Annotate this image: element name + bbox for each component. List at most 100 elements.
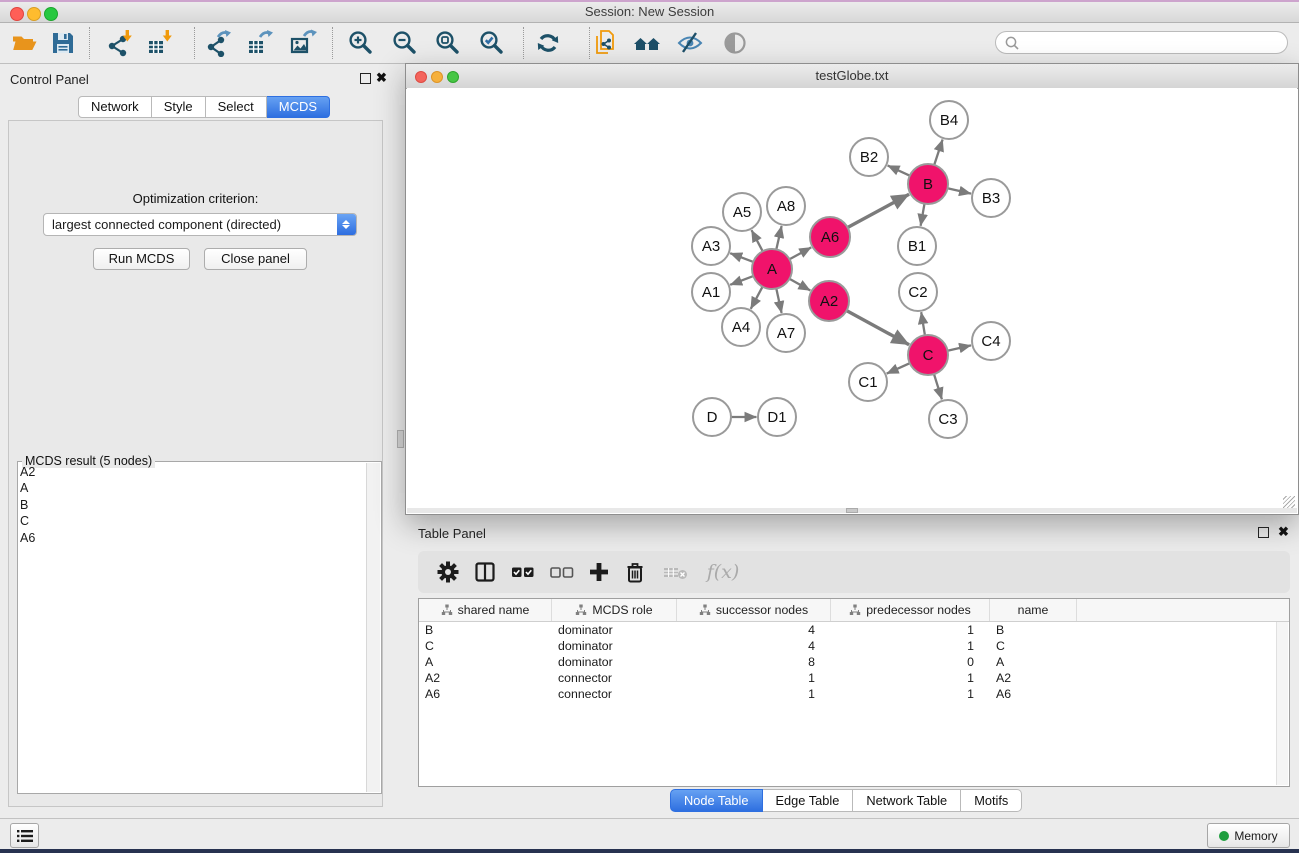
mcds-result-list[interactable]: A2ABCA6 [20, 464, 366, 791]
memory-button[interactable]: Memory [1207, 823, 1290, 848]
graph-node-label: A4 [732, 319, 750, 336]
vertical-scrollbar-thumb[interactable] [397, 430, 404, 448]
graph-edge[interactable] [887, 363, 910, 373]
tab-motifs[interactable]: Motifs [961, 789, 1022, 812]
graph-edge[interactable] [921, 312, 925, 335]
graph-node-label: C3 [938, 411, 957, 428]
graph-edge[interactable] [730, 276, 753, 285]
graph-edge[interactable] [934, 140, 942, 166]
add-column-button[interactable] [583, 556, 615, 588]
graph-edge[interactable] [751, 287, 763, 309]
table-scrollbar[interactable] [1276, 622, 1288, 785]
column-header-shared-name[interactable]: shared name [419, 599, 552, 621]
toggle-columns-button[interactable] [469, 556, 501, 588]
graph-edge[interactable] [848, 194, 910, 227]
column-header-successor-nodes[interactable]: successor nodes [677, 599, 831, 621]
delete-table-icon [663, 561, 689, 583]
list-item[interactable]: A6 [20, 530, 366, 546]
table-settings-button[interactable] [432, 556, 464, 588]
export-image-button[interactable] [286, 26, 320, 60]
graph-edge[interactable] [888, 166, 910, 176]
list-item[interactable]: B [20, 497, 366, 513]
graph-node-label: D [707, 409, 718, 426]
float-panel-icon[interactable] [360, 73, 371, 84]
horizontal-scrollbar-thumb[interactable] [846, 508, 858, 513]
plus-icon [588, 561, 610, 583]
graph-edge[interactable] [790, 247, 812, 259]
close-panel-icon[interactable]: ✖ [376, 73, 387, 82]
list-item[interactable]: A [20, 480, 366, 496]
network-graph[interactable]: B4B2BB3A8A5A6A3B1AA1C2A2A4A7C4CC1C3DD1 [407, 88, 1299, 510]
table-row[interactable]: Bdominator41B [419, 622, 1289, 638]
float-table-panel-icon[interactable] [1258, 527, 1269, 538]
delete-button[interactable] [619, 556, 651, 588]
graph-edge[interactable] [948, 188, 972, 193]
zoom-selected-button[interactable] [475, 26, 509, 60]
select-all-button[interactable] [507, 556, 539, 588]
graph-edge[interactable] [730, 253, 753, 262]
table-row[interactable]: Adominator80A [419, 654, 1289, 670]
close-table-panel-icon[interactable]: ✖ [1278, 527, 1289, 536]
tab-network[interactable]: Network [78, 96, 152, 118]
graph-edge[interactable] [921, 204, 925, 226]
list-item[interactable]: C [20, 513, 366, 529]
eye-button[interactable] [718, 26, 752, 60]
graph-edge[interactable] [776, 226, 781, 250]
toggle-visibility-button[interactable] [673, 26, 707, 60]
tab-mcds[interactable]: MCDS [267, 96, 330, 118]
refresh-button[interactable] [531, 26, 565, 60]
column-header-name[interactable]: name [990, 599, 1077, 621]
open-session-button[interactable] [8, 26, 42, 60]
cell-MCDS-role: dominator [552, 622, 677, 638]
table-row[interactable]: A2connector11A2 [419, 670, 1289, 686]
tab-style[interactable]: Style [152, 96, 206, 118]
delete-table-button[interactable] [660, 556, 692, 588]
table-toolbar: f(x) [418, 551, 1290, 593]
graph-edge[interactable] [847, 311, 910, 345]
function-builder-button[interactable]: f(x) [701, 556, 745, 588]
graph-edge[interactable] [948, 345, 972, 350]
graph-edge[interactable] [776, 289, 781, 314]
tab-edge-table[interactable]: Edge Table [763, 789, 854, 812]
graph-node-label: B3 [982, 190, 1000, 207]
select-all-icon [511, 561, 535, 583]
zoom-in-button[interactable] [344, 26, 378, 60]
control-panel: Control Panel ✖ NetworkStyleSelectMCDS O… [0, 63, 391, 813]
criterion-select[interactable]: largest connected component (directed) [43, 213, 357, 236]
zoom-fit-button[interactable] [431, 26, 465, 60]
import-table-button[interactable] [143, 26, 177, 60]
table-row[interactable]: Cdominator41C [419, 638, 1289, 654]
import-network-button[interactable] [103, 26, 137, 60]
tab-network-table[interactable]: Network Table [853, 789, 961, 812]
resize-corner-icon[interactable] [1283, 496, 1295, 508]
save-session-button[interactable] [46, 26, 80, 60]
column-header-MCDS-role[interactable]: MCDS role [552, 599, 677, 621]
graph-edge[interactable] [934, 374, 942, 399]
documents-network-button[interactable] [588, 26, 622, 60]
list-item[interactable]: A2 [20, 464, 366, 480]
hierarchy-icon [575, 604, 587, 616]
cell-MCDS-role: connector [552, 670, 677, 686]
tab-node-table[interactable]: Node Table [670, 789, 763, 812]
column-header-predecessor-nodes[interactable]: predecessor nodes [831, 599, 990, 621]
horizontal-scrollbar[interactable] [407, 508, 1297, 513]
mcds-list-scrollbar[interactable] [366, 463, 380, 792]
table-row[interactable]: A6connector11A6 [419, 686, 1289, 702]
export-network-button[interactable] [201, 26, 235, 60]
tab-select[interactable]: Select [206, 96, 267, 118]
graph-edge[interactable] [752, 230, 763, 251]
graph-node-label: B2 [860, 149, 878, 166]
control-panel-title: Control Panel [10, 72, 89, 87]
home-button[interactable] [630, 26, 664, 60]
table-panel-title: Table Panel [418, 526, 486, 541]
log-console-button[interactable] [10, 823, 39, 848]
close-panel-button[interactable]: Close panel [204, 248, 307, 270]
search-input[interactable] [1023, 35, 1287, 51]
network-canvas[interactable]: B4B2BB3A8A5A6A3B1AA1C2A2A4A7C4CC1C3DD1 [407, 88, 1297, 510]
deselect-all-button[interactable] [546, 556, 578, 588]
graph-node-label: B4 [940, 112, 958, 129]
zoom-out-button[interactable] [388, 26, 422, 60]
graph-edge[interactable] [789, 279, 810, 291]
export-table-button[interactable] [243, 26, 277, 60]
run-mcds-button[interactable]: Run MCDS [93, 248, 190, 270]
